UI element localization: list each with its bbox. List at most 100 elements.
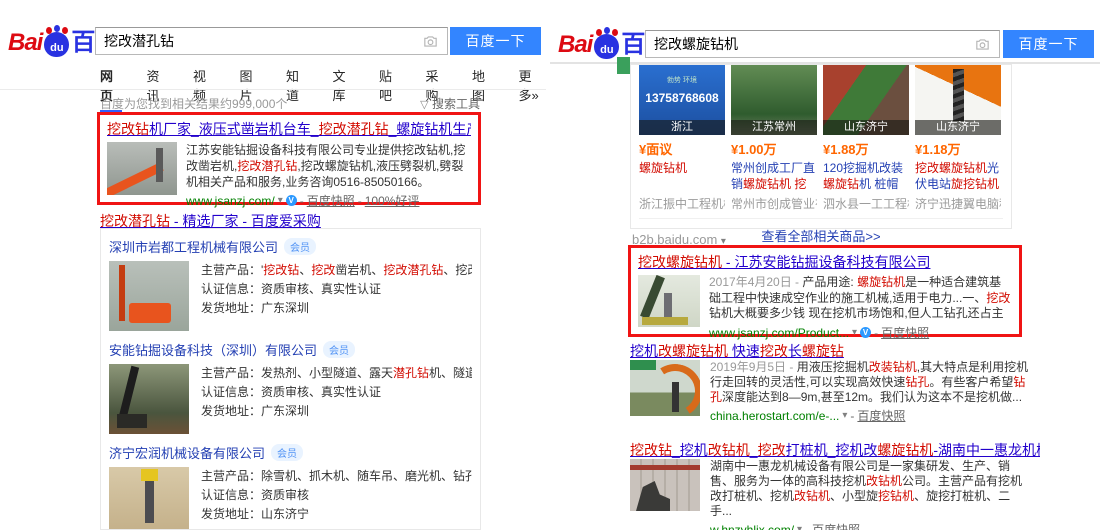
product-card[interactable]: 江苏常州 ¥1.00万 常州创成工厂直销螺旋钻机 挖改螺旋... 常州市创成管业… [731, 65, 817, 212]
company-name: 深圳市岩都工程机械有限公司 [109, 237, 278, 256]
search-tools-label: 搜索工具 [432, 97, 480, 111]
product-card[interactable]: 山东济宁 ¥1.18万 挖改螺旋钻机光伏电站旋挖钻机 桥梁... 济宁迅捷翼电脑… [915, 65, 1001, 212]
product-location-badge: 江苏常州 [731, 120, 817, 135]
baidu-logo-du: du [600, 41, 613, 59]
result-thumbnail[interactable] [630, 360, 700, 416]
company-cert: 认证信息：资质审核、真实性认证 [201, 280, 472, 299]
result-title-link[interactable]: 挖改钻_挖机改钻机_挖改打桩机_挖机改螺旋钻机-湖南中一惠龙机械... [630, 440, 1040, 460]
rating-link[interactable]: 100%好评 [365, 192, 420, 209]
product-seller: 浙江振中工程机械... [639, 195, 725, 212]
funnel-icon: ▽ [420, 99, 428, 111]
result-url[interactable]: www.jsanzj.com/Product... [709, 326, 849, 340]
search-input[interactable] [646, 36, 974, 52]
product-image-caption: 勃势 环境 [639, 75, 725, 85]
product-title-link[interactable]: 常州创成工厂直销螺旋钻机 挖改螺旋... [731, 160, 817, 192]
chevron-down-icon[interactable]: ▾ [842, 410, 847, 421]
member-badge: 会员 [284, 238, 316, 255]
result-body: 江苏安能钻掘设备科技有限公司专业提供挖改钻机,挖改凿岩机,挖改潜孔钻,挖改螺旋钻… [107, 142, 471, 209]
snapshot-link[interactable]: 百度快照 [307, 192, 355, 209]
chevron-down-icon[interactable]: ▾ [852, 327, 857, 338]
company-address: 发货地址：广东深圳 [201, 402, 472, 421]
camera-icon[interactable] [974, 36, 991, 53]
search-box [645, 30, 1000, 58]
highlight-box-right: 挖改螺旋钻机 - 江苏安能钻掘设备科技有限公司 2017年4月20日 - 产品用… [628, 245, 1022, 337]
company-cert: 认证信息：资质审核、真实性认证 [201, 383, 472, 402]
result-url-line: w.hnzyhljx.com/ ▾ - 百度快照 [710, 521, 1030, 530]
clipped-green-tag [617, 57, 630, 74]
result-snippet: 江苏安能钻掘设备科技有限公司专业提供挖改钻机,挖改凿岩机,挖改潜孔钻,挖改螺旋钻… [186, 142, 471, 190]
result-url[interactable]: www.jsanzj.com/ [186, 194, 275, 208]
result-title-link[interactable]: 挖机改螺旋钻机 快速挖改长螺旋钻 [630, 341, 1030, 361]
result-snippet: 2017年4月20日 - 产品用途: 螺旋钻机是一种适合建筑基础工程中快速成空作… [709, 275, 1012, 322]
product-location-badge: 山东济宁 [823, 120, 909, 135]
product-title-link[interactable]: 120挖掘机改装螺旋钻机 桩帽处理钻... [823, 160, 909, 192]
company-thumbnail[interactable] [109, 261, 189, 331]
result-url-line: www.jsanzj.com/ ▾ V - 百度快照 - 100%好评 [186, 192, 471, 209]
product-image[interactable]: 山东济宁 [823, 65, 909, 135]
product-location-badge: 浙江 [639, 120, 725, 135]
result-snippet: 2019年9月5日 - 用液压挖掘机改装钻机,其大特点是利用挖机行走回转的灵活性… [710, 360, 1030, 405]
camera-icon[interactable] [422, 33, 439, 50]
result-thumbnail[interactable] [107, 142, 177, 195]
product-price: ¥1.00万 [731, 139, 817, 158]
product-price: ¥面议 [639, 139, 725, 158]
result-thumbnail[interactable] [630, 459, 700, 511]
related-products-panel: 勃势 环境 13758768608 浙江 ¥面议 螺旋钻机 浙江振中工程机械..… [630, 64, 1012, 229]
product-title-link[interactable]: 挖改螺旋钻机光伏电站旋挖钻机 桥梁... [915, 160, 1001, 192]
serp-left: Bai du 百度 百度一下 网页 资讯 视频 图片 知道 文库 贴吧 采购 地… [0, 0, 546, 530]
company-name: 安能钻掘设备科技（深圳）有限公司 [109, 340, 317, 359]
baidu-paw-icon: du [44, 32, 69, 57]
company-thumbnail[interactable] [109, 467, 189, 530]
result-thumbnail[interactable] [638, 275, 700, 327]
company-name-link[interactable]: 济宁宏润机械设备有限公司 会员 [109, 443, 472, 462]
search-tools-button[interactable]: ▽ 搜索工具 [420, 95, 480, 112]
product-image[interactable]: 山东济宁 [915, 65, 1001, 135]
baidu-verified-icon: V [860, 327, 871, 338]
company-products: 主营产品：除雪机、抓木机、随车吊、磨光机、钻孔机、细石泵... [201, 467, 472, 486]
paw-toe [46, 27, 52, 34]
chevron-down-icon[interactable]: ▾ [278, 195, 283, 206]
snapshot-link[interactable]: 百度快照 [881, 324, 929, 341]
product-card[interactable]: 山东济宁 ¥1.88万 120挖掘机改装螺旋钻机 桩帽处理钻... 泗水县一工工… [823, 65, 909, 212]
baidu-logo-bai: Bai [8, 29, 42, 57]
company-info: 主营产品：'挖改钻、挖改凿岩机、挖改潜孔钻、挖改冲击钻、劈... 认证信息：资质… [201, 261, 472, 331]
product-seller: 济宁迅捷翼电脑科... [915, 195, 1001, 212]
company-card: 济宁宏润机械设备有限公司 会员 主营产品：除雪机、抓木机、随车吊、磨光机、钻孔机… [109, 443, 472, 530]
product-price: ¥1.18万 [915, 139, 1001, 158]
result-body: 湖南中一惠龙机械设备有限公司是一家集研发、生产、销售、服务为一体的高科技挖机改钻… [630, 459, 1030, 530]
highlight-box-left: 挖改钻机厂家_液压式凿岩机台车_挖改潜孔钻_螺旋钻机生产厂家... 江苏安能钻掘… [97, 112, 481, 205]
chevron-down-icon[interactable]: ▾ [797, 524, 802, 530]
result-url[interactable]: w.hnzyhljx.com/ [710, 523, 794, 530]
product-card[interactable]: 勃势 环境 13758768608 浙江 ¥面议 螺旋钻机 浙江振中工程机械..… [639, 65, 725, 212]
baidu-logo-du: du [50, 39, 63, 57]
company-thumbnail[interactable] [109, 364, 189, 434]
baidu-verified-icon: V [286, 195, 297, 206]
paw-toe [604, 27, 610, 34]
results-count: 百度为您找到相关结果约999,000个 [100, 95, 287, 112]
company-info: 主营产品：发热剂、小型隧道、露天潜孔钻机、隧道挖改钻机、... 认证信息：资质审… [201, 364, 472, 434]
company-products: 主营产品：发热剂、小型隧道、露天潜孔钻机、隧道挖改钻机、... [201, 364, 472, 383]
company-cert: 认证信息：资质审核 [201, 486, 472, 505]
snapshot-link[interactable]: 百度快照 [812, 521, 860, 530]
company-name-link[interactable]: 深圳市岩都工程机械有限公司 会员 [109, 237, 472, 256]
snapshot-link[interactable]: 百度快照 [857, 407, 905, 424]
company-products: 主营产品：'挖改钻、挖改凿岩机、挖改潜孔钻、挖改冲击钻、劈... [201, 261, 472, 280]
baidu-logo-bai: Bai [558, 31, 592, 59]
result-title-link[interactable]: 挖改螺旋钻机 - 江苏安能钻掘设备科技有限公司 [638, 252, 1012, 272]
result-url[interactable]: china.herostart.com/e-... [710, 409, 839, 423]
product-image[interactable]: 江苏常州 [731, 65, 817, 135]
product-title-link[interactable]: 螺旋钻机 [639, 160, 725, 192]
member-badge: 会员 [323, 341, 355, 358]
search-button[interactable]: 百度一下 [450, 27, 541, 55]
search-input[interactable] [96, 33, 422, 49]
product-seller: 常州市创成管业有... [731, 195, 817, 212]
product-image[interactable]: 勃势 环境 13758768608 浙江 [639, 65, 725, 135]
company-name-link[interactable]: 安能钻掘设备科技（深圳）有限公司 会员 [109, 340, 472, 359]
search-button[interactable]: 百度一下 [1003, 30, 1094, 58]
result-title-link[interactable]: 挖改钻机厂家_液压式凿岩机台车_挖改潜孔钻_螺旋钻机生产厂家... [107, 119, 471, 139]
separator: - [805, 523, 809, 530]
separator: - [850, 409, 854, 423]
search-box [95, 27, 448, 55]
company-card: 安能钻掘设备科技（深圳）有限公司 会员 主营产品：发热剂、小型隧道、露天潜孔钻机… [109, 340, 472, 434]
separator: - [358, 194, 362, 208]
